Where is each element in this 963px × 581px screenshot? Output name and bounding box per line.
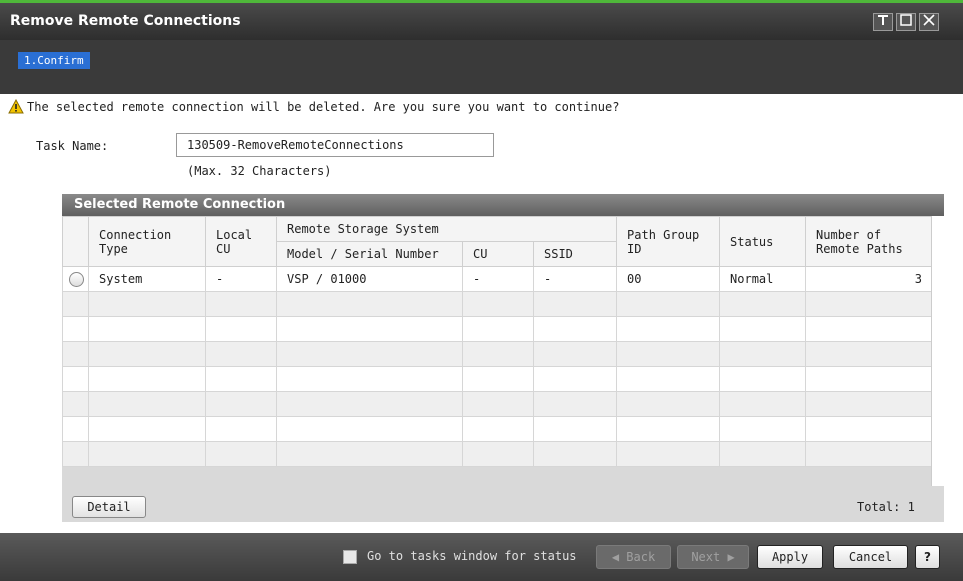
local-cu-header[interactable]: Local CU [205, 216, 277, 267]
task-name-input[interactable] [176, 133, 494, 157]
total-label-text: Total: [857, 500, 901, 514]
warning-message: The selected remote connection will be d… [27, 100, 620, 114]
remote-connection-table: Connection Type Local CU Remote Storage … [62, 216, 934, 467]
cancel-button[interactable]: Cancel [833, 545, 908, 569]
close-icon[interactable] [919, 13, 939, 31]
window-title: Remove Remote Connections [10, 13, 241, 29]
row-select-radio[interactable] [69, 271, 84, 287]
empty-row [62, 291, 934, 317]
restore-icon[interactable] [873, 13, 893, 31]
next-label: Next [691, 550, 721, 564]
remote-cu-header[interactable]: CU [462, 241, 534, 267]
path-group-id-cell: 00 [616, 266, 721, 292]
ssid-header[interactable]: SSID [532, 241, 618, 267]
number-of-paths-cell: 3 [805, 266, 934, 292]
detail-button[interactable]: Detail [72, 496, 146, 518]
remote-cu-cell: - [462, 266, 534, 292]
empty-row [62, 441, 934, 467]
total-count: 1 [907, 500, 915, 514]
chevron-left-icon: ◀ [611, 550, 620, 564]
wizard-step-bar: 1.Confirm [0, 40, 963, 94]
step-confirm: 1.Confirm [18, 52, 90, 69]
title-bar: Remove Remote Connections [0, 0, 963, 40]
apply-button[interactable]: Apply [757, 545, 823, 569]
go-to-tasks-checkbox[interactable] [343, 550, 357, 564]
selected-remote-connection-panel: Selected Remote Connection Connection Ty… [62, 194, 944, 522]
model-serial-header[interactable]: Model / Serial Number [276, 241, 463, 267]
total-label: Total: 1 [857, 500, 915, 514]
go-to-tasks-label[interactable]: Go to tasks window for status [367, 549, 577, 563]
panel-footer: Detail Total: 1 [62, 492, 944, 522]
maximize-icon[interactable] [896, 13, 916, 31]
status-cell: Normal [719, 266, 807, 292]
empty-row [62, 391, 934, 417]
help-icon[interactable]: ? [915, 545, 940, 569]
empty-row [62, 316, 934, 342]
ssid-cell: - [532, 266, 618, 292]
number-of-paths-header[interactable]: Number of Remote Paths [805, 216, 934, 267]
model-serial-cell: VSP / 01000 [276, 266, 463, 292]
table-scrollbar[interactable] [931, 216, 944, 486]
empty-row [62, 416, 934, 442]
table-row[interactable]: System - VSP / 01000 - - 00 Normal 3 [62, 266, 934, 292]
task-name-hint: (Max. 32 Characters) [187, 164, 332, 178]
chevron-right-icon: ▶ [727, 550, 735, 564]
path-group-id-header[interactable]: Path Group ID [616, 216, 721, 267]
panel-title: Selected Remote Connection [62, 194, 944, 216]
warning-icon [8, 99, 24, 114]
back-button[interactable]: ◀ Back [596, 545, 671, 569]
next-button[interactable]: Next ▶ [677, 545, 749, 569]
status-header[interactable]: Status [719, 216, 807, 267]
connection-type-header[interactable]: Connection Type [88, 216, 206, 267]
task-name-label: Task Name: [36, 139, 109, 153]
empty-row [62, 341, 934, 367]
remote-storage-system-header: Remote Storage System [275, 216, 618, 242]
local-cu-cell: - [205, 266, 277, 292]
back-label: Back [626, 550, 656, 564]
select-column-header [62, 216, 89, 267]
connection-type-cell: System [88, 266, 206, 292]
empty-row [62, 366, 934, 392]
